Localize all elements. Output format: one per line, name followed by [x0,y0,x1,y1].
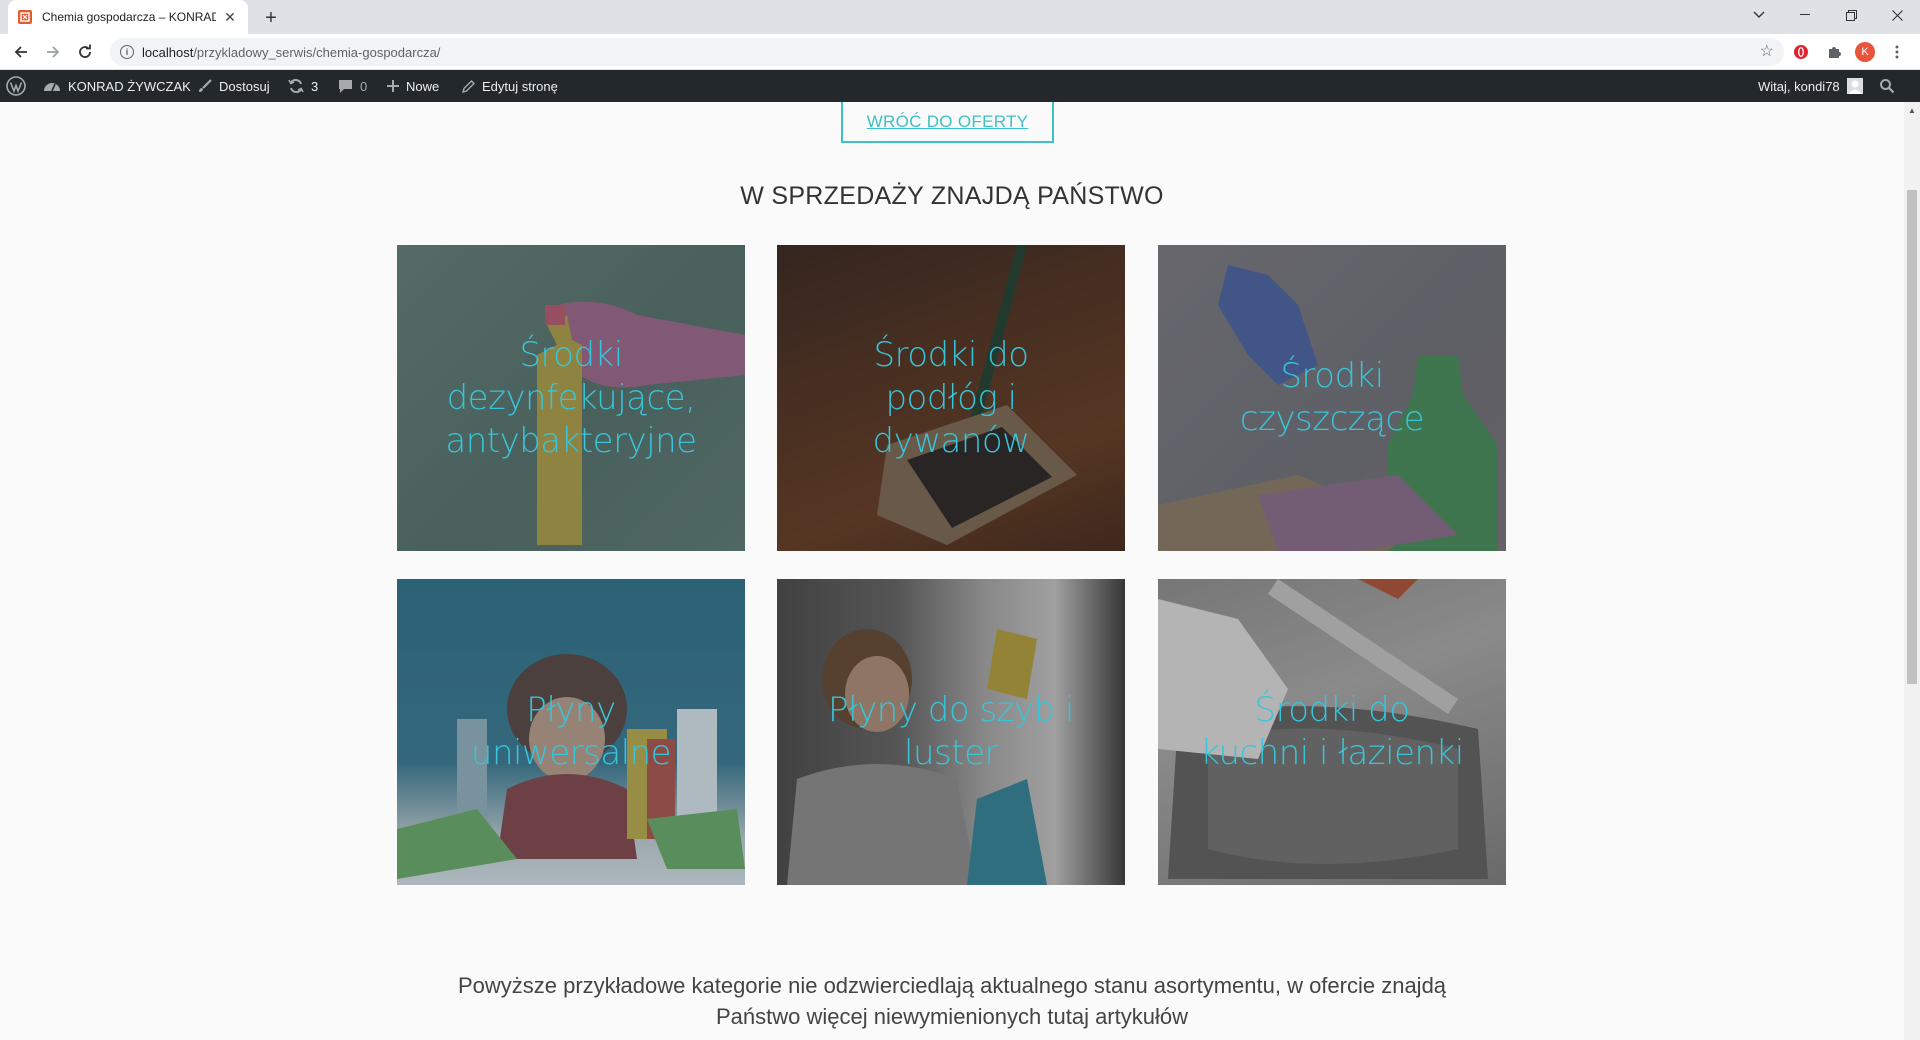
back-to-offer-label: WRÓĆ DO OFERTY [866,111,1029,131]
assortment-note-line-1: Powyższe przykładowe kategorie nie odzwi… [457,973,1447,998]
category-label: Środki dezynfekujące, antybakteryjne [445,334,697,461]
opera-extension-icon[interactable] [1791,42,1811,62]
category-label: Środki do podłóg i dywanów [872,334,1030,461]
adminbar-edit-page[interactable]: Edytuj stronę [462,70,558,102]
brush-icon [198,79,212,93]
adminbar-comments[interactable]: 0 [338,70,367,102]
tab-title: Chemia gospodarcza – KONRAD [42,10,216,24]
browser-tab-active[interactable]: Chemia gospodarcza – KONRAD ✕ [8,0,248,34]
edit-page-label: Edytuj stronę [482,78,558,94]
customize-label: Dostosuj [219,78,270,94]
category-tile-disinfectants[interactable]: Środki dezynfekujące, antybakteryjne [397,245,745,551]
plus-icon [387,80,399,92]
adminbar-updates[interactable]: 3 [288,70,318,102]
updates-count: 3 [311,78,319,94]
site-info-icon[interactable]: i [120,45,134,59]
address-bar[interactable]: i localhost/przykladowy_serwis/chemia-go… [110,38,1784,66]
site-name-label: KONRAD ŻYWCZAK [68,78,191,94]
comment-icon [338,79,353,94]
user-avatar-icon [1846,78,1863,94]
pencil-icon [462,79,475,93]
category-tile-glass[interactable]: Płyny do szyb i luster [777,579,1125,885]
bookmark-star-icon[interactable]: ☆ [1760,44,1774,60]
browser-tabstrip: Chemia gospodarcza – KONRAD ✕ + [0,0,1920,34]
category-tile-universal[interactable]: Płyny uniwersalne [397,579,745,885]
comments-count: 0 [360,78,368,94]
assortment-note-line-2: Państwo więcej niewymienionych tutaj art… [716,1004,1188,1029]
scroll-up-arrow-icon[interactable]: ▲ [1904,102,1920,118]
greeting-label: Witaj, kondi78 [1758,78,1840,94]
restore-icon[interactable] [1828,0,1874,30]
section-title: W SPRZEDAŻY ZNAJDĄ PAŃSTWO [740,182,1164,210]
category-label: Środki czyszczące [1239,356,1425,439]
browser-menu-icon[interactable] [1887,42,1907,62]
adminbar-site-name[interactable]: KONRAD ŻYWCZAK [43,70,191,102]
new-tab-icon[interactable]: + [260,7,282,29]
back-arrow-icon[interactable] [9,40,33,64]
site-favicon-icon [18,10,32,24]
adminbar-new[interactable]: Nowe [387,70,439,102]
category-label: Płyny uniwersalne [470,690,672,773]
assortment-note: Powyższe przykładowe kategorie nie odzwi… [0,970,1904,1032]
category-tile-cleaners[interactable]: Środki czyszczące [1158,245,1506,551]
adminbar-search-icon[interactable] [1879,70,1895,102]
page-scrollbar[interactable]: ▲ [1904,102,1920,1040]
reload-icon[interactable] [73,40,97,64]
category-label: Środki do kuchni i łazienki [1200,690,1464,773]
back-to-offer-button[interactable]: WRÓĆ DO OFERTY [841,102,1054,143]
tab-close-icon[interactable]: ✕ [222,9,238,25]
updates-icon [288,78,304,94]
scrollbar-thumb[interactable] [1907,190,1917,684]
profile-avatar[interactable]: K [1855,42,1875,62]
url-path: /przykladowy_serwis/chemia-gospodarcza/ [193,44,441,60]
browser-toolbar: i localhost/przykladowy_serwis/chemia-go… [0,34,1920,70]
category-label: Płyny do szyb i luster [828,690,1074,773]
tab-search-icon[interactable] [1736,0,1782,30]
dashboard-icon [43,79,61,93]
category-tile-floors[interactable]: Środki do podłóg i dywanów [777,245,1125,551]
url-host: localhost [142,44,194,60]
adminbar-account[interactable]: Witaj, kondi78 [1758,70,1863,102]
minimize-icon[interactable] [1782,0,1828,30]
new-label: Nowe [406,78,440,94]
wordpress-logo-icon[interactable] [6,70,26,102]
close-window-icon[interactable] [1874,0,1920,30]
adminbar-customize[interactable]: Dostosuj [198,70,270,102]
forward-arrow-icon[interactable] [41,40,65,64]
extensions-puzzle-icon[interactable] [1824,42,1844,62]
category-tile-kitchen[interactable]: Środki do kuchni i łazienki [1158,579,1506,885]
wp-admin-bar: KONRAD ŻYWCZAK Dostosuj 3 0 Nowe Edytuj … [0,70,1920,102]
page-content: WRÓĆ DO OFERTY W SPRZEDAŻY ZNAJDĄ PAŃSTW… [0,102,1904,1040]
